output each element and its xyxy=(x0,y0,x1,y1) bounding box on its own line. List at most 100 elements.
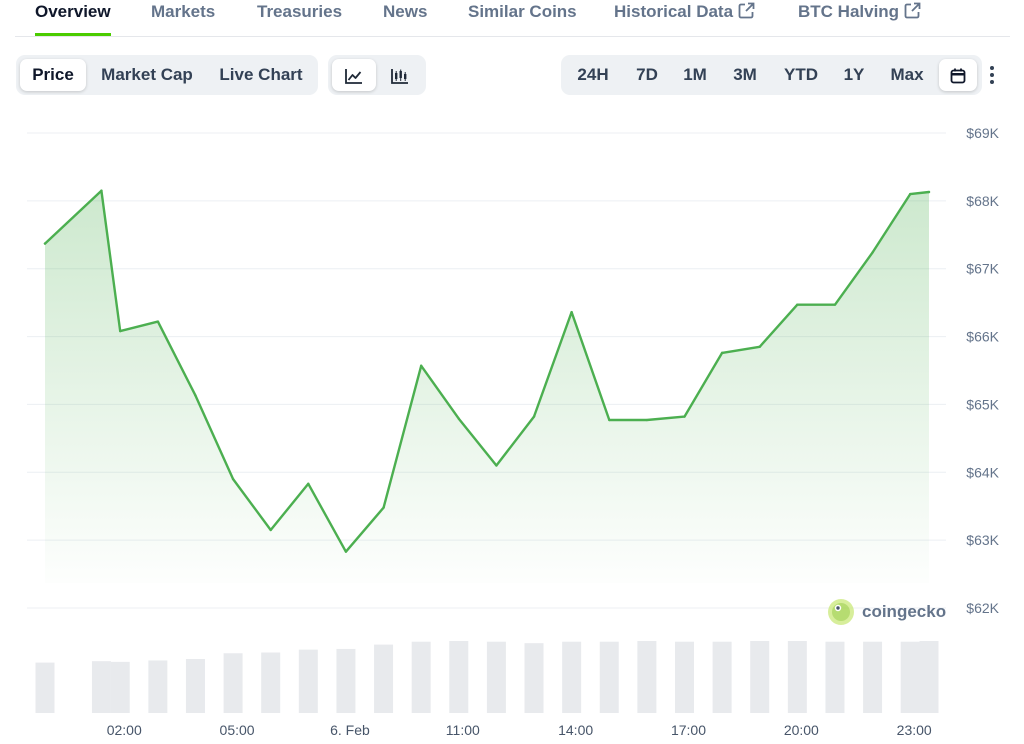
volume-bar xyxy=(637,641,657,713)
price-point xyxy=(119,329,122,333)
range-3m[interactable]: 3M xyxy=(723,59,767,91)
tab-label: BTC Halving xyxy=(798,2,900,21)
tab-label: Overview xyxy=(35,2,111,21)
range-1m[interactable]: 1M xyxy=(673,59,717,91)
line-chart-button[interactable] xyxy=(332,59,376,91)
tab-historical-data[interactable]: Historical Data xyxy=(614,0,755,36)
price-point xyxy=(833,303,837,306)
tab-overview[interactable]: Overview xyxy=(35,0,111,36)
price-point xyxy=(495,464,498,467)
volume-bar xyxy=(787,641,807,713)
volume-bar xyxy=(919,641,939,713)
y-tick-label: $62K xyxy=(966,600,999,616)
tab-news[interactable]: News xyxy=(383,0,427,36)
price-point xyxy=(100,189,103,192)
external-link-icon xyxy=(904,2,921,19)
tab-label: Markets xyxy=(151,2,216,21)
volume-bar xyxy=(863,641,883,713)
y-tick-label: $67K xyxy=(966,261,999,277)
gecko-logo-icon xyxy=(828,599,854,625)
price-point xyxy=(908,192,912,196)
x-tick-label: 11:00 xyxy=(446,722,480,738)
price-point xyxy=(156,320,160,323)
volume-bar xyxy=(336,648,356,713)
volume-bar xyxy=(449,641,469,713)
chart-style-toggle xyxy=(328,55,426,95)
tab-label: Treasuries xyxy=(257,2,343,21)
tab-market-cap[interactable]: Market Cap xyxy=(92,59,202,91)
y-tick-label: $64K xyxy=(966,464,999,480)
price-point xyxy=(608,418,611,422)
calendar-icon xyxy=(950,68,966,83)
tab-btc-halving[interactable]: BTC Halving xyxy=(798,0,921,36)
x-tick-label: 14:00 xyxy=(558,722,593,738)
price-point xyxy=(683,415,686,418)
line-chart-icon xyxy=(345,68,362,84)
range-24h[interactable]: 24H xyxy=(567,59,619,91)
price-point xyxy=(194,394,197,397)
price-point xyxy=(927,190,931,194)
volume-bar xyxy=(298,649,318,713)
volume-bar xyxy=(91,661,111,713)
volume-bar xyxy=(825,641,845,713)
price-area xyxy=(45,190,929,583)
volume-bar xyxy=(411,641,431,713)
y-tick-label: $69K xyxy=(966,125,999,141)
tab-label: Historical Data xyxy=(614,2,734,21)
calendar-button[interactable] xyxy=(939,59,977,91)
volume-bar xyxy=(486,641,506,713)
volume-bar xyxy=(562,641,582,713)
candlestick-button[interactable] xyxy=(378,59,422,91)
price-point xyxy=(269,528,272,532)
volume-bar xyxy=(712,641,732,713)
volume-bar xyxy=(185,659,205,713)
x-tick-label: 02:00 xyxy=(107,722,142,738)
range-toggle: 24H 7D 1M 3M YTD 1Y Max xyxy=(561,55,982,95)
tab-label: News xyxy=(383,2,428,21)
y-tick-label: $66K xyxy=(966,329,999,345)
tab-live-chart[interactable]: Live Chart xyxy=(208,59,314,91)
price-point xyxy=(645,418,649,422)
price-point xyxy=(532,415,536,418)
volume-bar xyxy=(148,660,168,713)
range-7d[interactable]: 7D xyxy=(625,59,669,91)
nav-tabs: Overview Markets Treasuries News Similar Coi… xyxy=(15,0,1010,37)
external-link-icon xyxy=(738,2,755,19)
y-tick-label: $65K xyxy=(966,396,999,412)
x-tick-label: 20:00 xyxy=(784,722,819,738)
price-point xyxy=(43,242,47,245)
x-tick-label: 23:00 xyxy=(897,722,932,738)
price-point xyxy=(720,351,724,355)
y-tick-label: $63K xyxy=(966,532,999,548)
range-1y[interactable]: 1Y xyxy=(833,59,875,91)
volume-bar xyxy=(261,652,281,713)
tab-price[interactable]: Price xyxy=(20,59,86,91)
price-point xyxy=(457,417,460,420)
range-ytd[interactable]: YTD xyxy=(775,59,827,91)
more-options-button[interactable] xyxy=(984,62,1000,88)
volume-bar xyxy=(524,643,544,713)
volume-bar xyxy=(750,641,770,713)
tab-markets[interactable]: Markets xyxy=(151,0,215,36)
price-point xyxy=(871,251,874,254)
range-max[interactable]: Max xyxy=(881,59,933,91)
volume-bar xyxy=(900,641,920,713)
y-tick-label: $68K xyxy=(966,193,999,209)
watermark-text: coingecko xyxy=(862,602,947,621)
x-tick-label: 17:00 xyxy=(671,722,706,738)
tab-treasuries[interactable]: Treasuries xyxy=(257,0,342,36)
price-point xyxy=(570,310,573,314)
price-point xyxy=(231,477,235,481)
more-vert-icon xyxy=(990,66,994,84)
price-point xyxy=(307,482,310,486)
price-point xyxy=(419,364,423,367)
volume-bar xyxy=(374,644,394,713)
tab-similar-coins[interactable]: Similar Coins xyxy=(468,0,577,36)
price-point xyxy=(344,550,348,553)
volume-bar xyxy=(35,662,55,713)
volume-bar xyxy=(674,641,694,713)
volume-bar xyxy=(599,641,619,713)
volume-bar xyxy=(223,653,243,713)
x-tick-label: 6. Feb xyxy=(330,722,370,738)
price-chart[interactable]: $69K $68K $67K $66K $65K $64K $63K $62K 02:00 05… xyxy=(0,100,1024,744)
